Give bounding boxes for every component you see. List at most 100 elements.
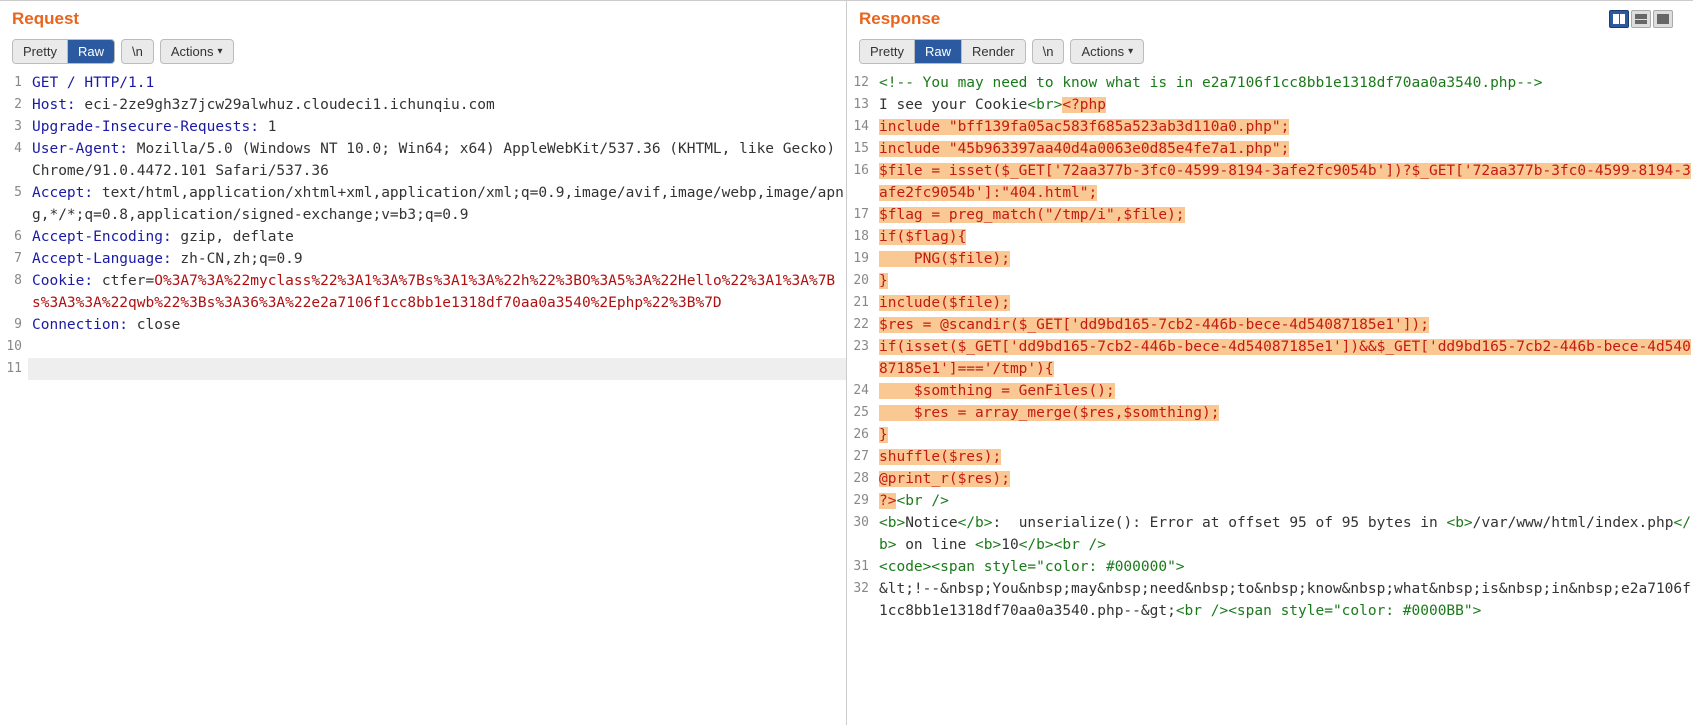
code-line: 7Accept-Language: zh-CN,zh;q=0.9 (0, 248, 846, 270)
line-content[interactable]: Accept-Encoding: gzip, deflate (28, 226, 846, 248)
code-token: Cookie: (32, 273, 93, 289)
line-number: 2 (0, 94, 28, 116)
line-content[interactable]: } (875, 424, 1693, 446)
line-number: 18 (847, 226, 875, 248)
code-token: $somthing = GenFiles(); (879, 383, 1115, 399)
line-content[interactable] (28, 358, 846, 380)
code-token: : unserialize(): Error at offset 95 of 9… (993, 515, 1447, 531)
code-token: /var/www/html/index.php (1473, 515, 1674, 531)
line-number: 32 (847, 578, 875, 622)
response-view-tabs: Pretty Raw Render (859, 39, 1026, 64)
code-token: ?> (879, 493, 896, 509)
newline-button[interactable]: \n (121, 39, 154, 64)
line-content[interactable]: GET / HTTP/1.1 (28, 72, 846, 94)
tab-raw[interactable]: Raw (68, 40, 114, 63)
code-token: $res = array_merge($res,$somthing); (879, 405, 1219, 421)
code-token: <?php (1062, 97, 1106, 113)
code-line: 11 (0, 358, 846, 380)
line-content[interactable]: Accept: text/html,application/xhtml+xml,… (28, 182, 846, 226)
response-header: Response (847, 1, 1693, 33)
line-content[interactable]: } (875, 270, 1693, 292)
line-content[interactable]: if($flag){ (875, 226, 1693, 248)
code-token: <b> (1446, 515, 1472, 531)
request-title: Request (12, 9, 79, 28)
line-content[interactable]: include "bff139fa05ac583f685a523ab3d110a… (875, 116, 1693, 138)
line-content[interactable]: Accept-Language: zh-CN,zh;q=0.9 (28, 248, 846, 270)
line-number: 28 (847, 468, 875, 490)
line-content[interactable] (28, 336, 846, 358)
request-toolbar: Pretty Raw \n Actions ▾ (0, 33, 846, 72)
actions-button[interactable]: Actions ▾ (1070, 39, 1144, 64)
tab-pretty[interactable]: Pretty (13, 40, 68, 63)
line-content[interactable]: I see your Cookie<br><?php (875, 94, 1693, 116)
line-number: 9 (0, 314, 28, 336)
code-line: 18if($flag){ (847, 226, 1693, 248)
request-code-area[interactable]: 1GET / HTTP/1.12Host: eci-2ze9gh3z7jcw29… (0, 72, 846, 725)
line-content[interactable]: User-Agent: Mozilla/5.0 (Windows NT 10.0… (28, 138, 846, 182)
code-line: 26} (847, 424, 1693, 446)
code-token: <b> (879, 515, 905, 531)
line-content[interactable]: PNG($file); (875, 248, 1693, 270)
tab-render[interactable]: Render (962, 40, 1025, 63)
code-line: 32&lt;!--&nbsp;You&nbsp;may&nbsp;need&nb… (847, 578, 1693, 622)
actions-button[interactable]: Actions ▾ (160, 39, 234, 64)
code-token: if($flag){ (879, 229, 966, 245)
line-content[interactable]: ?><br /> (875, 490, 1693, 512)
newline-button[interactable]: \n (1032, 39, 1065, 64)
line-content[interactable]: shuffle($res); (875, 446, 1693, 468)
layout-split-vertical-button[interactable] (1609, 10, 1629, 28)
code-line: 5Accept: text/html,application/xhtml+xml… (0, 182, 846, 226)
line-content[interactable]: <code><span style="color: #000000"> (875, 556, 1693, 578)
line-content[interactable]: <b>Notice</b>: unserialize(): Error at o… (875, 512, 1693, 556)
code-line: 25 $res = array_merge($res,$somthing); (847, 402, 1693, 424)
code-line: 4User-Agent: Mozilla/5.0 (Windows NT 10.… (0, 138, 846, 182)
code-token: <b> (975, 537, 1001, 553)
code-line: 16$file = isset($_GET['72aa377b-3fc0-459… (847, 160, 1693, 204)
line-content[interactable]: Connection: close (28, 314, 846, 336)
code-token: include "bff139fa05ac583f685a523ab3d110a… (879, 119, 1289, 135)
line-content[interactable]: Host: eci-2ze9gh3z7jcw29alwhuz.cloudeci1… (28, 94, 846, 116)
tab-pretty[interactable]: Pretty (860, 40, 915, 63)
full-icon (1657, 14, 1669, 24)
layout-full-button[interactable] (1653, 10, 1673, 28)
line-content[interactable]: Cookie: ctfer=O%3A7%3A%22myclass%22%3A1%… (28, 270, 846, 314)
code-line: 15include "45b963397aa40d4a0063e0d85e4fe… (847, 138, 1693, 160)
line-content[interactable]: Upgrade-Insecure-Requests: 1 (28, 116, 846, 138)
tab-raw[interactable]: Raw (915, 40, 962, 63)
line-content[interactable]: @print_r($res); (875, 468, 1693, 490)
line-content[interactable]: <!-- You may need to know what is in e2a… (875, 72, 1693, 94)
line-content[interactable]: include "45b963397aa40d4a0063e0d85e4fe7a… (875, 138, 1693, 160)
code-token: text/html,application/xhtml+xml,applicat… (32, 185, 844, 223)
line-content[interactable]: if(isset($_GET['dd9bd165-7cb2-446b-bece-… (875, 336, 1693, 380)
line-content[interactable]: $flag = preg_match("/tmp/i",$file); (875, 204, 1693, 226)
code-token: ctfer (93, 273, 145, 289)
line-content[interactable]: &lt;!--&nbsp;You&nbsp;may&nbsp;need&nbsp… (875, 578, 1693, 622)
response-toolbar: Pretty Raw Render \n Actions ▾ (847, 33, 1693, 72)
request-view-tabs: Pretty Raw (12, 39, 115, 64)
line-number: 8 (0, 270, 28, 314)
layout-split-horizontal-button[interactable] (1631, 10, 1651, 28)
code-token: eci-2ze9gh3z7jcw29alwhuz.cloudeci1.ichun… (76, 97, 495, 113)
request-panel: Request Pretty Raw \n Actions ▾ 1GET / H… (0, 1, 847, 725)
code-line: 22$res = @scandir($_GET['dd9bd165-7cb2-4… (847, 314, 1693, 336)
code-token: $file = isset($_GET['72aa377b-3fc0-4599-… (879, 163, 1691, 201)
code-line: 9Connection: close (0, 314, 846, 336)
chevron-down-icon: ▾ (1128, 46, 1133, 57)
line-content[interactable]: $somthing = GenFiles(); (875, 380, 1693, 402)
code-line: 24 $somthing = GenFiles(); (847, 380, 1693, 402)
line-number: 20 (847, 270, 875, 292)
line-content[interactable]: $res = @scandir($_GET['dd9bd165-7cb2-446… (875, 314, 1693, 336)
code-token: Accept: (32, 185, 93, 201)
split-horizontal-icon (1635, 14, 1647, 24)
line-number: 11 (0, 358, 28, 380)
code-token: User-Agent: (32, 141, 128, 157)
code-line: 31<code><span style="color: #000000"> (847, 556, 1693, 578)
line-content[interactable]: $res = array_merge($res,$somthing); (875, 402, 1693, 424)
line-content[interactable]: include($file); (875, 292, 1693, 314)
response-code-area[interactable]: 12<!-- You may need to know what is in e… (847, 72, 1693, 725)
code-line: 30<b>Notice</b>: unserialize(): Error at… (847, 512, 1693, 556)
code-token: $flag = preg_match("/tmp/i",$file); (879, 207, 1185, 223)
code-token: if(isset($_GET['dd9bd165-7cb2-446b-bece-… (879, 339, 1691, 377)
code-token: include "45b963397aa40d4a0063e0d85e4fe7a… (879, 141, 1289, 157)
line-content[interactable]: $file = isset($_GET['72aa377b-3fc0-4599-… (875, 160, 1693, 204)
